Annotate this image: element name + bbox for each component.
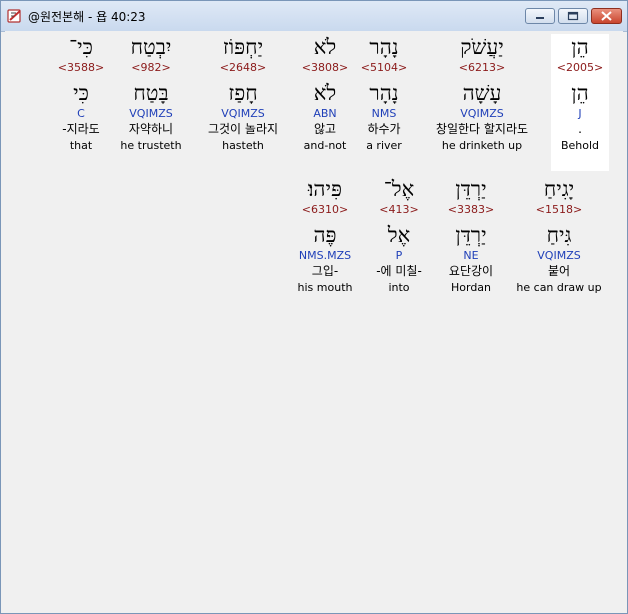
minimize-icon (536, 17, 544, 19)
hebrew-word: כִּי־ (69, 35, 93, 59)
word-cell[interactable]: פִּיהוּ׃ <6310> פֶּה NMS.MZS 그입-his mouth (267, 176, 383, 295)
morphology-code: J (578, 107, 582, 120)
korean-gloss: 그입- (311, 264, 339, 278)
lemma-word: הֵן (571, 81, 589, 105)
lemma-word: פֶּה (313, 223, 337, 247)
morphology-code: NMS.MZS (298, 249, 352, 262)
close-icon (601, 11, 612, 21)
lemma-word: כִּי (73, 81, 89, 105)
word-cell[interactable]: כִּי־ <3588> כִּי C -지라도 that (23, 34, 139, 153)
maximize-button[interactable] (558, 8, 588, 24)
app-window: @원전본해 - 욥 40:23 הֵן <2005> הֵן J. Behold יַעֲ… (0, 0, 628, 614)
morphology-code: C (77, 107, 85, 120)
window-title: @원전본해 - 욥 40:23 (28, 10, 146, 24)
strong-number: <2005> (556, 61, 604, 74)
bible-app-icon (7, 9, 21, 23)
hebrew-word: פִּיהוּ׃ (308, 177, 342, 201)
hebrew-word: הֵן (571, 35, 589, 59)
strong-number: <3588> (57, 61, 105, 74)
word-cell[interactable]: הֵן <2005> הֵן J. Behold (551, 34, 609, 171)
title-bar[interactable]: @원전본해 - 욥 40:23 (1, 1, 627, 32)
interlinear-view: הֵן <2005> הֵן J. Behold יַעֲשֹׁק <6213> עָשָׁה… (5, 31, 623, 611)
close-button[interactable] (591, 8, 622, 24)
korean-gloss: . (578, 122, 582, 136)
english-gloss: Behold (560, 139, 600, 152)
english-gloss: his mouth (297, 281, 353, 294)
korean-gloss: -지라도 (62, 122, 100, 136)
maximize-icon (567, 11, 579, 21)
english-gloss: that (69, 139, 93, 152)
strong-number: <6310> (301, 203, 349, 216)
minimize-button[interactable] (525, 8, 555, 24)
